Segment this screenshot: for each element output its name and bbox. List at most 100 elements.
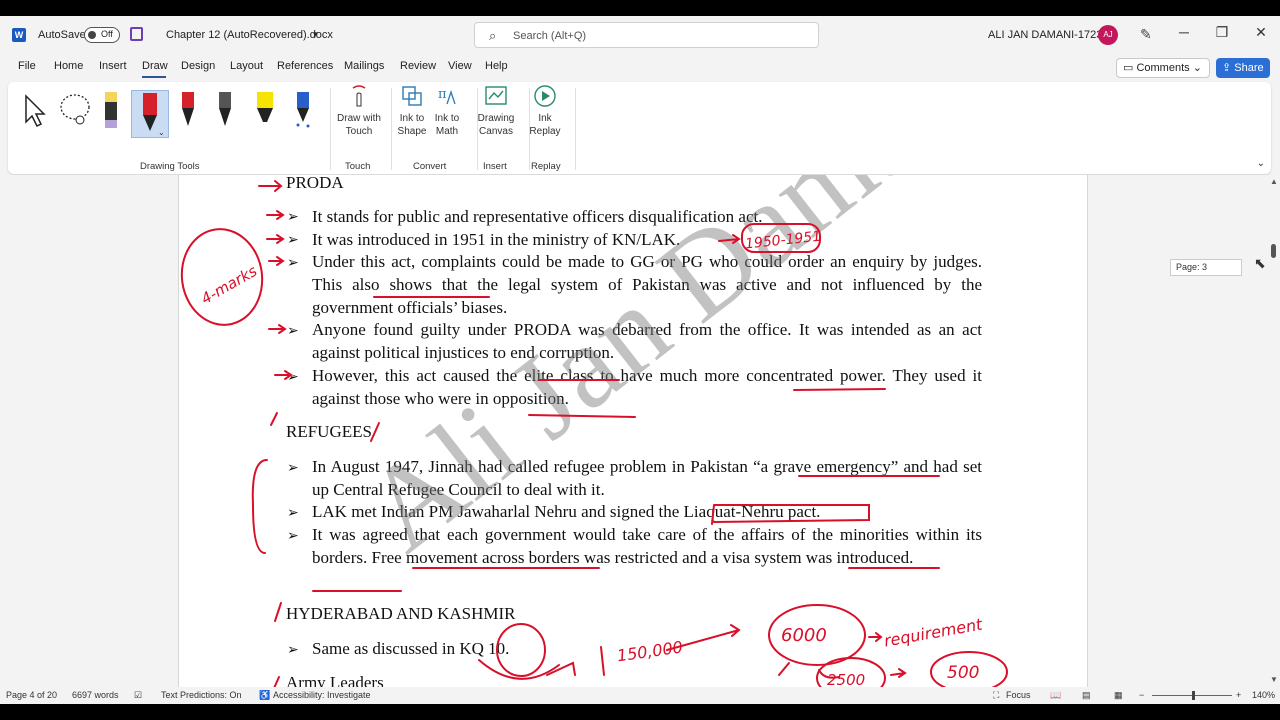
tab-draw[interactable]: Draw — [142, 60, 168, 72]
hyderabad-bullet-1: Same as discussed in KQ 10. — [312, 639, 510, 658]
group-label-insert: Insert — [483, 161, 507, 172]
drawing-canvas-line1: Drawing — [477, 113, 515, 124]
focus-button[interactable]: Focus — [1006, 690, 1031, 700]
drawing-canvas-button[interactable]: Drawing Canvas — [471, 84, 521, 138]
ink-to-math-line2: Math — [435, 126, 459, 137]
draw-with-touch-button[interactable]: Draw with Touch — [334, 84, 384, 138]
ink-replay-line2: Replay — [529, 126, 561, 137]
bullet-arrow-icon: ➢ — [287, 527, 299, 543]
tab-review[interactable]: Review — [400, 60, 436, 72]
proda-bullet-5: However, this act caused the elite class… — [312, 366, 982, 408]
search-box[interactable]: ⌕ Search (Alt+Q) — [474, 22, 819, 48]
group-label-convert: Convert — [413, 161, 447, 172]
red-pen-icon[interactable]: ⌄ — [131, 90, 169, 138]
proda-bullet-3: Under this act, complaints could be made… — [312, 252, 982, 317]
bullet-arrow-icon: ➢ — [287, 641, 299, 657]
highlighter-yellow-pen-icon[interactable] — [94, 90, 128, 130]
word-count[interactable]: 6697 words — [72, 690, 119, 700]
status-bar: Page 4 of 20 6697 words ☑ Text Predictio… — [0, 687, 1280, 704]
scroll-down-icon[interactable]: ▼ — [1270, 675, 1278, 684]
lasso-select-icon[interactable] — [58, 90, 92, 130]
draw-with-touch-line2: Touch — [345, 126, 373, 137]
document-title[interactable]: Chapter 12 (AutoRecovered).docx — [166, 29, 333, 41]
ink-to-math-icon: π — [438, 87, 456, 105]
separator — [575, 88, 576, 170]
ribbon-expand-chevron-icon[interactable]: ⌄ — [1257, 158, 1265, 169]
bullet-arrow-icon: ➢ — [287, 504, 299, 520]
proofing-icon[interactable]: ☑ — [134, 690, 142, 701]
red-pencil-icon[interactable] — [171, 90, 205, 130]
web-layout-icon[interactable]: ▦ — [1114, 690, 1123, 701]
vertical-scrollbar[interactable]: ▲ ▼ — [1268, 175, 1280, 687]
minimize-icon[interactable]: ─ — [1174, 24, 1194, 40]
close-icon[interactable]: ✕ — [1251, 24, 1271, 41]
svg-text:π: π — [438, 87, 447, 102]
autosave-toggle[interactable]: Off — [84, 27, 120, 43]
tab-file[interactable]: File — [18, 60, 36, 72]
search-placeholder: Search (Alt+Q) — [513, 30, 587, 42]
tab-home[interactable]: Home — [54, 60, 83, 72]
bullet-arrow-icon: ➢ — [287, 208, 299, 224]
zoom-slider-thumb[interactable] — [1192, 691, 1195, 700]
ribbon: ⌄ Drawing Tools Draw with Touch Touch In… — [8, 82, 1271, 174]
zoom-level[interactable]: 140% — [1252, 690, 1275, 700]
document-page[interactable]: PRODA ➢ It stands for public and represe… — [178, 175, 1088, 687]
share-button[interactable]: ⇪ Share — [1216, 58, 1270, 78]
ink-to-math-button[interactable]: π Ink to Math — [422, 84, 472, 138]
tab-insert[interactable]: Insert — [99, 60, 127, 72]
tab-layout[interactable]: Layout — [230, 60, 263, 72]
group-label-replay: Replay — [531, 161, 561, 172]
ink-note-500: 500 — [947, 663, 979, 683]
document-area: PRODA ➢ It stands for public and represe… — [0, 175, 1268, 687]
bullet-arrow-icon: ➢ — [287, 459, 299, 475]
focus-icon: ⛶ — [993, 690, 1000, 700]
zoom-in-icon[interactable]: + — [1236, 690, 1241, 700]
user-name[interactable]: ALI JAN DAMANI-17237 — [988, 29, 1108, 41]
tab-mailings[interactable]: Mailings — [344, 60, 384, 72]
pen-icon[interactable]: ✎ — [1140, 26, 1152, 43]
chevron-down-icon[interactable]: ▾ — [313, 29, 318, 40]
scroll-up-icon[interactable]: ▲ — [1270, 177, 1278, 186]
black-pen-icon[interactable] — [208, 90, 242, 130]
ink-to-math-line1: Ink to — [434, 113, 460, 124]
heading-proda: PRODA — [286, 175, 344, 192]
search-icon: ⌕ — [489, 28, 497, 43]
comment-icon: ▭ — [1123, 62, 1137, 74]
ribbon-tabs: File Home Insert Draw Design Layout Refe… — [0, 54, 1280, 78]
bullet-arrow-icon: ➢ — [287, 322, 299, 338]
drawing-canvas-line2: Canvas — [479, 126, 513, 137]
tab-view[interactable]: View — [448, 60, 472, 72]
autosave-state: Off — [101, 29, 113, 39]
toggle-knob — [88, 31, 96, 39]
tab-design[interactable]: Design — [181, 60, 215, 72]
text-predictions[interactable]: Text Predictions: On — [161, 690, 242, 700]
page-tooltip: Page: 3 — [1170, 259, 1242, 276]
proda-bullet-4: Anyone found guilty under PRODA was deba… — [312, 320, 982, 362]
autosave-label: AutoSave — [38, 29, 86, 41]
read-mode-icon[interactable]: 📖 — [1050, 690, 1061, 701]
page-count[interactable]: Page 4 of 20 — [6, 690, 57, 700]
yellow-highlighter-icon[interactable] — [248, 90, 282, 130]
tab-help[interactable]: Help — [485, 60, 508, 72]
mouse-cursor-icon: ⬉ — [1254, 255, 1266, 271]
heading-army-leaders: Army Leaders — [286, 673, 384, 687]
group-label-drawing-tools: Drawing Tools — [140, 161, 200, 172]
ink-replay-icon — [534, 85, 556, 107]
tab-references[interactable]: References — [277, 60, 333, 72]
zoom-out-icon[interactable]: − — [1139, 690, 1144, 700]
avatar[interactable]: AJ — [1098, 25, 1118, 45]
select-arrow-icon[interactable] — [20, 90, 54, 130]
scrollbar-thumb[interactable] — [1271, 244, 1276, 258]
restore-icon[interactable]: ❐ — [1212, 24, 1232, 41]
accessibility-status[interactable]: Accessibility: Investigate — [273, 690, 371, 700]
ink-replay-button[interactable]: Ink Replay — [520, 84, 570, 138]
comments-button[interactable]: ▭ Comments ⌄ — [1116, 58, 1210, 78]
drawing-canvas-icon — [485, 86, 507, 105]
comments-label: Comments — [1136, 62, 1190, 74]
print-layout-icon[interactable]: ▤ — [1082, 690, 1091, 701]
bullet-arrow-icon: ➢ — [287, 254, 299, 270]
word-logo-icon: W — [12, 28, 26, 42]
blue-glitter-pen-icon[interactable] — [286, 90, 320, 130]
refugee-bullet-2: LAK met Indian PM Jawaharlal Nehru and s… — [312, 502, 821, 521]
save-icon[interactable] — [130, 27, 143, 41]
